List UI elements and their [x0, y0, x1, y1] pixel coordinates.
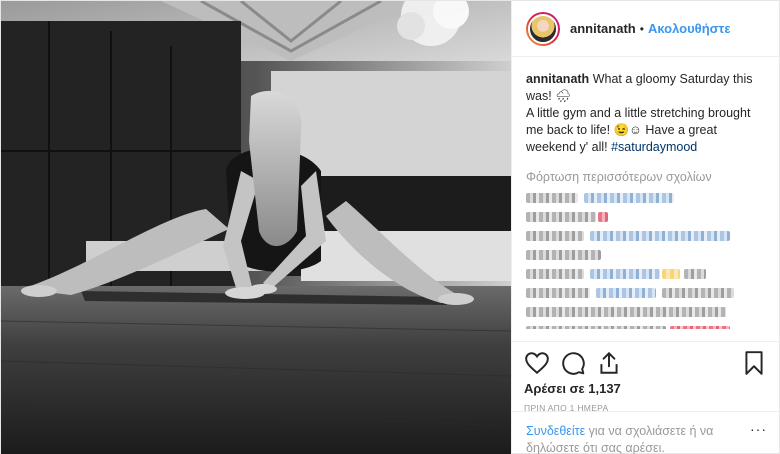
post-sidebar: annitanath • Ακολουθήστε annitanath What… [511, 1, 779, 454]
blurred-comment [526, 212, 767, 222]
blurred-comment [526, 307, 767, 317]
post-photo[interactable] [1, 1, 511, 454]
login-link[interactable]: Συνδεθείτε [526, 424, 585, 438]
wink-smile-emoji-icon: 😉☺ [613, 123, 642, 137]
follow-button[interactable]: Ακολουθήστε [648, 21, 731, 36]
blurred-comment [526, 288, 767, 298]
post-header: annitanath • Ακολουθήστε [512, 1, 779, 57]
likes-count[interactable]: Αρέσει σε 1,137 [524, 381, 767, 396]
load-more-comments[interactable]: Φόρτωση περισσότερων σχολίων [526, 170, 767, 184]
instagram-post: annitanath • Ακολουθήστε annitanath What… [0, 0, 780, 454]
post-photo-illustration [1, 1, 511, 454]
caption-username[interactable]: annitanath [526, 72, 589, 86]
share-icon[interactable] [596, 350, 622, 376]
cloud-rain-emoji-icon: 🌧 [555, 89, 572, 103]
blurred-comment [526, 193, 767, 203]
post-caption: annitanath What a gloomy Saturday this w… [526, 71, 767, 156]
comments-area: annitanath What a gloomy Saturday this w… [512, 57, 779, 329]
post-actions: Αρέσει σε 1,137 ΠΡΙΝ ΑΠΟ 1 ΗΜΕΡΑ [512, 341, 779, 413]
hashtag-link[interactable]: #saturdaymood [611, 140, 697, 154]
login-prompt: Συνδεθείτε για να σχολιάσετε ή να δηλώσε… [512, 411, 779, 454]
blurred-comment [526, 326, 767, 329]
blurred-comment [526, 269, 767, 279]
bookmark-icon[interactable] [741, 350, 767, 376]
blurred-comment [526, 250, 767, 260]
avatar[interactable] [528, 13, 558, 44]
blurred-comment [526, 231, 767, 241]
comment-icon[interactable] [560, 350, 586, 376]
heart-icon[interactable] [524, 350, 550, 376]
separator-dot: • [639, 21, 644, 36]
action-icons [524, 348, 767, 378]
more-options-icon[interactable]: ··· [750, 421, 767, 437]
avatar-story-ring[interactable] [526, 11, 560, 46]
header-username[interactable]: annitanath [570, 21, 636, 36]
